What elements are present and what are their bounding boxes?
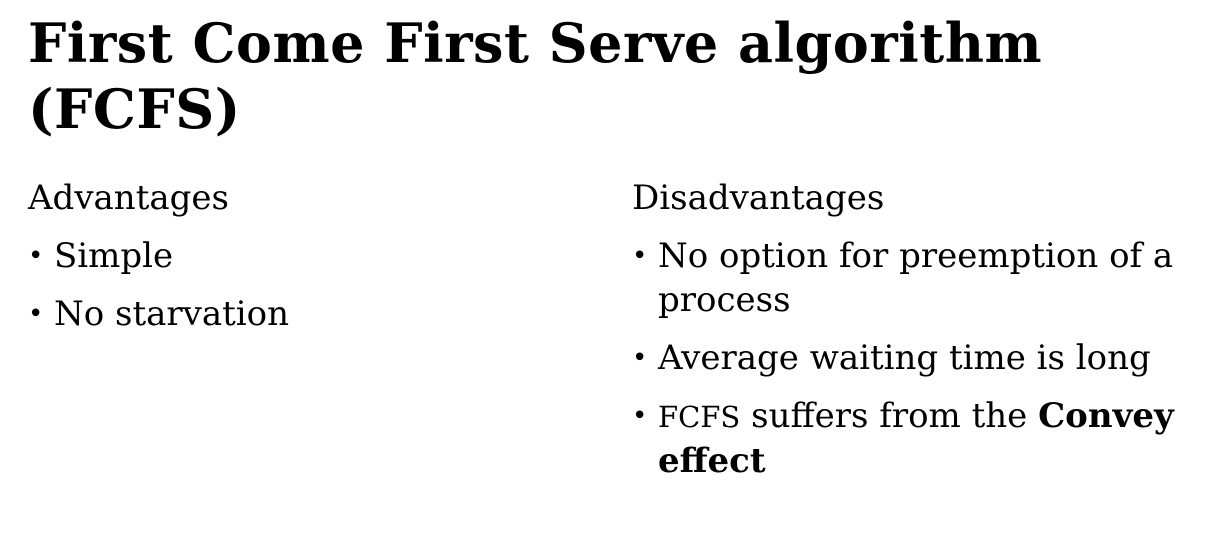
list-item-text: Average waiting time is long	[658, 338, 1151, 378]
bullet-icon: •	[632, 241, 648, 271]
list-item-text: Simple	[54, 236, 174, 276]
list-item-text: No option for preemption of a process	[658, 236, 1174, 320]
slide-title: First Come First Serve algorithm (FCFS)	[28, 11, 1043, 141]
advantages-list: • Simple • No starvation	[28, 234, 588, 336]
list-item: • FCFS suffers from the Convey effect	[632, 394, 1202, 483]
list-item: • No starvation	[28, 292, 588, 336]
bullet-icon: •	[28, 299, 44, 329]
bullet-icon: •	[632, 343, 648, 373]
disadvantages-list: • No option for preemption of a process …	[632, 234, 1202, 483]
bullet-icon: •	[28, 241, 44, 271]
list-item-text: No starvation	[54, 294, 290, 334]
advantages-heading: Advantages	[28, 178, 229, 218]
disadvantages-column: Disadvantages • No option for preemption…	[632, 176, 1202, 497]
disadvantages-heading: Disadvantages	[632, 178, 885, 218]
bullet-icon: •	[632, 401, 648, 431]
list-item: • Average waiting time is long	[632, 336, 1202, 380]
list-item: • Simple	[28, 234, 588, 278]
list-item-text: suffers from the	[740, 396, 1039, 436]
list-item: • No option for preemption of a process	[632, 234, 1202, 322]
advantages-column: Advantages • Simple • No starvation	[28, 176, 588, 350]
fcfs-abbrev: FCFS	[658, 400, 741, 434]
